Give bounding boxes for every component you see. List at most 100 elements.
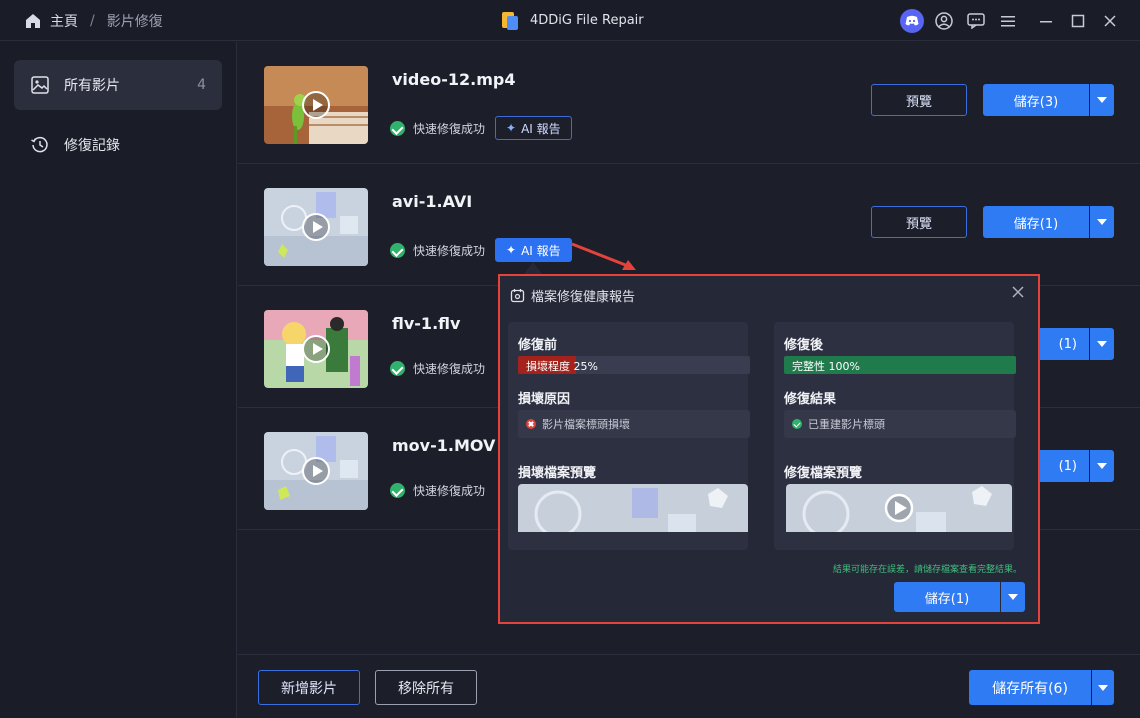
repair-status: 快速修復成功 ✦ AI 報告	[390, 116, 572, 140]
ai-report-label: AI 報告	[521, 121, 561, 136]
repair-status: 快速修復成功 ✦ AI 報告	[390, 238, 572, 262]
file-name: video-12.mp4	[392, 70, 516, 89]
caret-down-icon	[1097, 463, 1107, 469]
repaired-preview-title: 修復檔案預覽	[784, 466, 863, 481]
reason-title: 損壞原因	[518, 392, 571, 407]
user-icon	[935, 11, 953, 30]
error-icon	[526, 419, 536, 429]
breadcrumb: 主頁 / 影片修復	[24, 0, 163, 41]
breadcrumb-home[interactable]: 主頁	[50, 11, 78, 31]
file-name: mov-1.MOV	[392, 436, 496, 455]
video-thumbnail[interactable]	[264, 432, 368, 510]
chat-icon	[967, 12, 985, 29]
save-dropdown-button[interactable]	[1090, 328, 1114, 360]
result-text: 已重建影片標頭	[808, 418, 885, 431]
sidebar: 所有影片 4 修復記錄	[0, 42, 237, 718]
close-icon	[1104, 14, 1116, 27]
video-thumbnail[interactable]	[264, 66, 368, 144]
save-all-button[interactable]: 儲存所有(6)	[969, 670, 1091, 705]
success-icon	[792, 419, 802, 429]
success-icon	[390, 242, 405, 258]
breadcrumb-current: 影片修復	[106, 13, 163, 30]
feedback-button[interactable]	[960, 0, 992, 41]
caret-down-icon	[1097, 219, 1107, 225]
file-row: avi-1.AVI 快速修復成功 ✦ AI 報告 預覽 儲存(1)	[238, 164, 1140, 286]
video-thumbnail[interactable]	[264, 188, 368, 266]
result-title: 修復結果	[784, 392, 837, 407]
caret-down-icon	[1097, 341, 1107, 347]
image-icon	[31, 76, 49, 94]
sidebar-item-history[interactable]: 修復記錄	[14, 120, 222, 170]
file-name: avi-1.AVI	[392, 192, 473, 211]
damaged-preview-title: 損壞檔案預覽	[518, 466, 597, 481]
app-logo-icon	[502, 11, 518, 30]
discord-icon	[900, 8, 924, 33]
remove-all-button[interactable]: 移除所有	[375, 670, 477, 705]
save-dropdown-button[interactable]	[1090, 84, 1114, 116]
close-button[interactable]	[1094, 0, 1126, 41]
sidebar-item-label: 修復記錄	[64, 138, 120, 154]
save-button[interactable]: 儲存(3)	[983, 84, 1089, 116]
health-report-popup: 檔案修復健康報告 修復前 損壞程度 25% 損壞原因 影片檔案標頭損壞 損壞檔案…	[498, 274, 1040, 624]
damaged-preview[interactable]	[518, 484, 748, 532]
popup-header: 檔案修復健康報告	[510, 286, 635, 305]
add-video-button[interactable]: 新增影片	[258, 670, 360, 705]
video-thumbnail[interactable]	[264, 310, 368, 388]
save-button[interactable]: 儲存(1)	[983, 206, 1089, 238]
popup-caret	[524, 262, 542, 274]
sidebar-item-count: 4	[197, 77, 206, 93]
maximize-button[interactable]	[1062, 0, 1094, 41]
maximize-icon	[1071, 14, 1085, 27]
success-icon	[390, 120, 405, 136]
menu-button[interactable]	[992, 0, 1024, 41]
damage-reason: 影片檔案標頭損壞	[518, 410, 750, 438]
damage-text: 損壞程度 25%	[526, 360, 598, 373]
report-icon	[510, 289, 525, 303]
ai-report-label: AI 報告	[521, 243, 561, 258]
save-all-dropdown-button[interactable]	[1092, 670, 1114, 705]
window-controls	[896, 0, 1126, 41]
sparkle-icon: ✦	[506, 243, 517, 257]
save-dropdown-button[interactable]	[1090, 206, 1114, 238]
before-repair-panel: 修復前 損壞程度 25% 損壞原因 影片檔案標頭損壞 損壞檔案預覽	[508, 322, 750, 550]
play-icon	[302, 335, 330, 363]
repaired-preview[interactable]	[786, 484, 1012, 532]
app-title-text: 4DDiG File Repair	[530, 13, 644, 28]
account-button[interactable]	[928, 0, 960, 41]
status-text: 快速修復成功	[413, 362, 486, 376]
caret-down-icon	[1098, 684, 1108, 691]
damaged-preview-image	[518, 484, 748, 532]
status-text: 快速修復成功	[413, 121, 486, 136]
close-icon[interactable]	[1010, 284, 1026, 300]
status-text: 快速修復成功	[413, 484, 486, 498]
minimize-icon	[1040, 20, 1052, 22]
ai-report-button[interactable]: ✦ AI 報告	[495, 238, 572, 262]
home-icon[interactable]	[24, 12, 42, 30]
annotation-arrow	[571, 242, 636, 270]
preview-button[interactable]: 預覽	[871, 84, 967, 116]
repair-result: 已重建影片標頭	[784, 410, 1016, 438]
popup-save-button[interactable]: 儲存(1)	[894, 582, 1000, 612]
preview-button[interactable]: 預覽	[871, 206, 967, 238]
status-text: 快速修復成功	[413, 243, 486, 258]
sparkle-icon: ✦	[506, 121, 517, 135]
save-dropdown-button[interactable]	[1090, 450, 1114, 482]
result-disclaimer: 結果可能存在誤差，請儲存檔案查看完整結果。	[832, 565, 1022, 575]
ai-report-button[interactable]: ✦ AI 報告	[495, 116, 572, 140]
breadcrumb-separator: /	[90, 12, 95, 29]
minimize-button[interactable]	[1030, 0, 1062, 41]
reason-text: 影片檔案標頭損壞	[542, 418, 630, 431]
popup-save-dropdown-button[interactable]	[1001, 582, 1025, 612]
after-title: 修復後	[784, 338, 824, 353]
history-icon	[31, 136, 48, 153]
repaired-preview-image	[786, 484, 1012, 532]
discord-button[interactable]	[896, 0, 928, 41]
play-icon	[302, 213, 330, 241]
sidebar-item-label: 所有影片	[64, 78, 120, 94]
integrity-bar: 完整性 100%	[784, 356, 1016, 374]
title-bar: 主頁 / 影片修復 4DDiG File Repair	[0, 0, 1140, 41]
file-name: flv-1.flv	[392, 314, 461, 333]
sidebar-item-all-videos[interactable]: 所有影片 4	[14, 60, 222, 110]
app-title: 4DDiG File Repair	[500, 0, 644, 41]
success-icon	[390, 361, 405, 376]
